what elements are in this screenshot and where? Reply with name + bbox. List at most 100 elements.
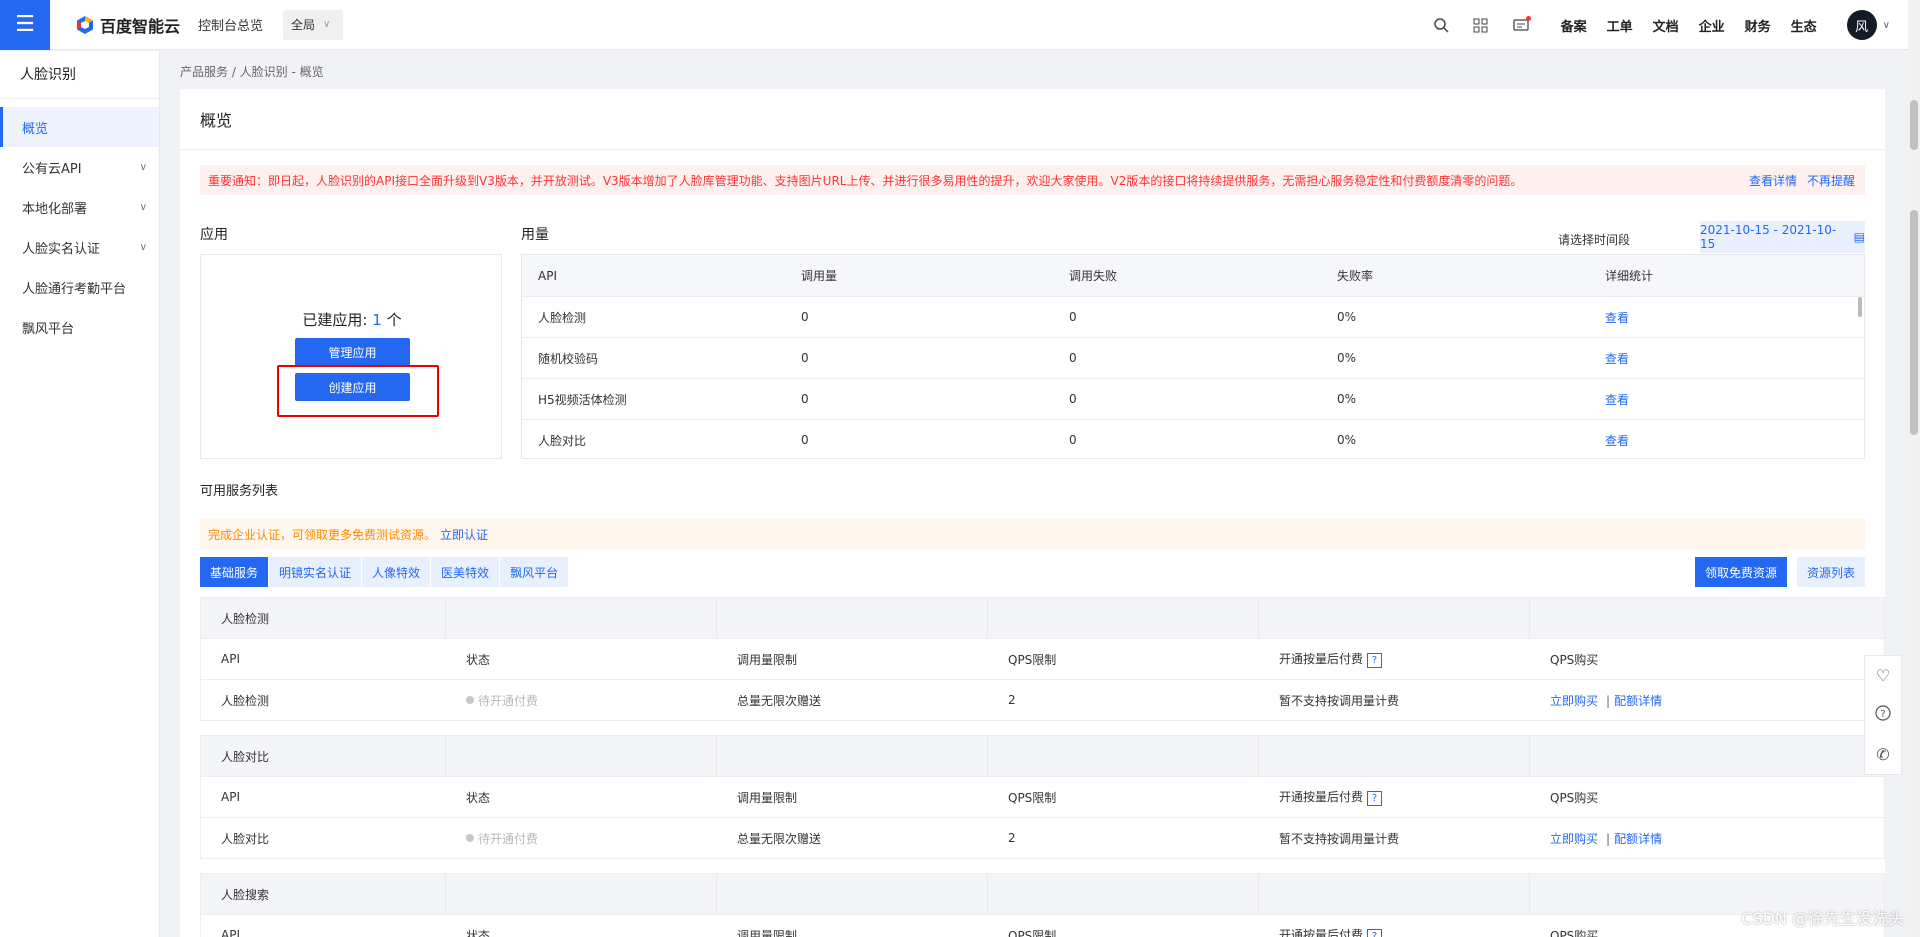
verify-now-link[interactable]: 立即认证 xyxy=(440,526,488,543)
service-group: 人脸检测 API 状态 调用量限制 QPS限制 开通按量后付费? QPS购买 人… xyxy=(200,597,1885,721)
page-scrollbar[interactable] xyxy=(1908,0,1920,937)
nav-link-ecosystem[interactable]: 生态 xyxy=(1791,16,1817,35)
view-stats-link[interactable]: 查看 xyxy=(1605,393,1629,407)
sidebar-item-label: 本地化部署 xyxy=(22,201,88,217)
sidebar-item-piaofeng[interactable]: 飘风平台 xyxy=(0,307,159,347)
sidebar-item-public-api[interactable]: 公有云API ∨ xyxy=(0,147,159,187)
api-name: 人脸对比 xyxy=(221,831,270,846)
user-avatar[interactable]: 风 xyxy=(1846,10,1877,40)
view-stats-link[interactable]: 查看 xyxy=(1605,434,1629,448)
column-header: QPS限制 xyxy=(1008,928,1057,937)
call-count: 0 xyxy=(801,351,809,365)
service-group-header: 人脸对比 xyxy=(201,736,1884,776)
column-header-label: 开通按量后付费 xyxy=(1279,928,1364,937)
postpay-status: 暂不支持按调用量计费 xyxy=(1279,831,1400,846)
divider xyxy=(180,149,1885,150)
scrollbar-thumb[interactable] xyxy=(1910,210,1918,435)
nav-link-ticket[interactable]: 工单 xyxy=(1607,16,1633,35)
column-header: 状态 xyxy=(466,652,491,667)
main-content: 产品服务 / 人脸识别 - 概览 概览 重要通知：即日起，人脸识别的API接口全… xyxy=(160,51,1900,937)
date-range-label: 请选择时间段 xyxy=(1557,233,1630,247)
tab-mingjing[interactable]: 明镜实名认证 xyxy=(269,557,362,587)
brand-logo[interactable]: 百度智能云 xyxy=(75,13,180,37)
nav-link-finance[interactable]: 财务 xyxy=(1745,16,1771,35)
column-header: 调用量限制 xyxy=(737,790,798,805)
sidebar-item-attendance[interactable]: 人脸通行考勤平台 xyxy=(0,267,159,307)
column-header: API xyxy=(538,268,557,283)
region-select[interactable]: 全局 ∨ xyxy=(283,9,344,40)
overview-card: 概览 重要通知：即日起，人脸识别的API接口全面升级到V3版本，并开放测试。V3… xyxy=(180,89,1885,937)
fail-count: 0 xyxy=(1069,310,1077,324)
service-group-name: 人脸检测 xyxy=(221,611,270,626)
postpay-status: 暂不支持按调用量计费 xyxy=(1279,693,1400,708)
page-title: 概览 xyxy=(200,111,233,130)
service-tabs: 基础服务 明镜实名认证 人像特效 医美特效 飘风平台 xyxy=(200,557,569,587)
buy-now-link[interactable]: 立即购买 xyxy=(1550,832,1598,846)
tab-basic[interactable]: 基础服务 xyxy=(200,557,269,587)
manage-app-button[interactable]: 管理应用 xyxy=(295,338,410,366)
sidebar-item-overview[interactable]: 概览 xyxy=(0,107,159,147)
column-header-label: 开通按量后付费 xyxy=(1279,790,1364,804)
sidebar-item-local-deploy[interactable]: 本地化部署 ∨ xyxy=(0,187,159,227)
date-range-picker[interactable]: 2021-10-15 - 2021-10-15 ▤ xyxy=(1700,221,1865,253)
nav-link-docs[interactable]: 文档 xyxy=(1653,16,1679,35)
table-row: 人脸对比 0 0 0% 查看 xyxy=(522,419,1864,460)
app-count: 已建应用: 1 个 xyxy=(201,309,503,330)
sidebar-item-realname-auth[interactable]: 人脸实名认证 ∨ xyxy=(0,227,159,267)
service-group-name: 人脸对比 xyxy=(221,749,270,764)
column-header-label: 开通按量后付费 xyxy=(1279,652,1364,666)
service-group: 人脸对比 API 状态 调用量限制 QPS限制 开通按量后付费? QPS购买 人… xyxy=(200,735,1885,859)
chevron-down-icon[interactable]: ∨ xyxy=(1883,20,1890,31)
resource-list-button[interactable]: 资源列表 xyxy=(1796,557,1865,587)
column-header: QPS购买 xyxy=(1550,652,1599,667)
heart-icon[interactable]: ♡ xyxy=(1876,666,1890,685)
tab-medical-beauty[interactable]: 医美特效 xyxy=(431,557,500,587)
buy-now-link[interactable]: 立即购买 xyxy=(1550,694,1598,708)
grid-apps-icon[interactable] xyxy=(1461,18,1501,33)
help-icon[interactable]: ? xyxy=(1875,705,1891,725)
phone-icon[interactable]: ✆ xyxy=(1876,745,1889,764)
call-limit: 总量无限次赠送 xyxy=(737,693,822,708)
chevron-down-icon: ∨ xyxy=(139,201,147,213)
help-icon[interactable]: ? xyxy=(1367,653,1383,668)
api-name: 人脸检测 xyxy=(538,310,587,325)
call-count: 0 xyxy=(801,392,809,406)
column-header: API xyxy=(221,652,240,666)
message-icon[interactable] xyxy=(1501,15,1541,33)
notice-dismiss-link[interactable]: 不再提醒 xyxy=(1807,172,1855,189)
tab-portrait-effects[interactable]: 人像特效 xyxy=(362,557,431,587)
sidebar-title: 人脸识别 xyxy=(0,51,159,99)
sidebar-item-label: 概览 xyxy=(22,121,49,137)
table-row: 人脸检测 0 0 0% 查看 xyxy=(522,296,1864,337)
nav-link-enterprise[interactable]: 企业 xyxy=(1699,16,1725,35)
view-stats-link[interactable]: 查看 xyxy=(1605,311,1629,325)
app-count-number: 1 xyxy=(372,311,382,329)
console-overview-link[interactable]: 控制台总览 xyxy=(198,15,263,34)
baidu-cloud-logo-icon xyxy=(77,15,93,34)
quota-details-link[interactable]: 配额详情 xyxy=(1614,694,1662,708)
call-count: 0 xyxy=(801,310,809,324)
view-stats-link[interactable]: 查看 xyxy=(1605,352,1629,366)
help-icon[interactable]: ? xyxy=(1367,791,1383,806)
notice-details-link[interactable]: 查看详情 xyxy=(1749,172,1797,189)
divider: | xyxy=(1606,831,1611,846)
column-header: 状态 xyxy=(466,790,491,805)
qps-purchase: 立即购买 | 配额详情 xyxy=(1530,830,1830,847)
column-header: QPS限制 xyxy=(1008,790,1057,805)
sidebar-item-label: 人脸实名认证 xyxy=(22,241,101,257)
nav-link-beian[interactable]: 备案 xyxy=(1561,16,1587,35)
help-icon[interactable]: ? xyxy=(1367,929,1383,937)
brand-name: 百度智能云 xyxy=(100,16,181,36)
chevron-down-icon: ∨ xyxy=(323,19,331,30)
svg-text:?: ? xyxy=(1880,709,1885,720)
scrollbar-thumb[interactable] xyxy=(1910,100,1918,150)
region-value: 全局 xyxy=(291,18,316,32)
claim-free-resources-button[interactable]: 领取免费资源 xyxy=(1694,557,1787,587)
fail-rate: 0% xyxy=(1337,433,1357,447)
table-scrollbar[interactable] xyxy=(1858,297,1862,317)
fail-rate: 0% xyxy=(1337,310,1357,324)
quota-details-link[interactable]: 配额详情 xyxy=(1614,832,1662,846)
search-icon[interactable] xyxy=(1421,17,1461,33)
tab-piaofeng[interactable]: 飘风平台 xyxy=(500,557,569,587)
hamburger-menu-icon[interactable]: ☰ xyxy=(0,0,50,50)
